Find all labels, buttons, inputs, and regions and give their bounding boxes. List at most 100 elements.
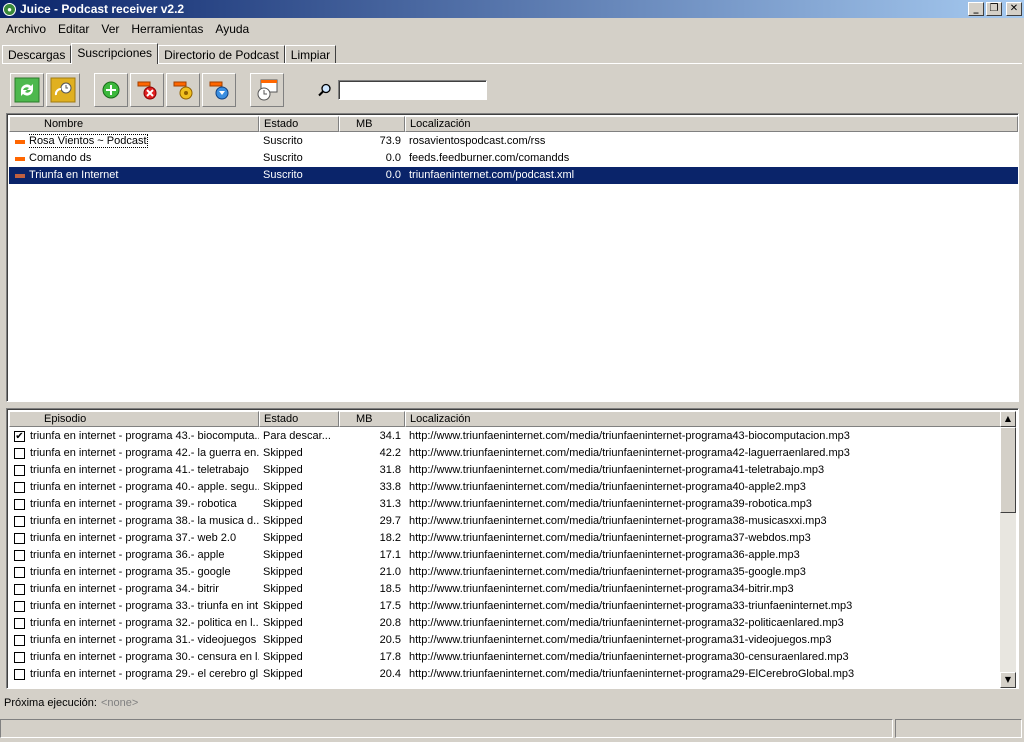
- column-header-status[interactable]: Estado: [259, 411, 339, 427]
- column-header-episode[interactable]: Episodio: [9, 411, 259, 427]
- next-run-value: <none>: [100, 697, 139, 709]
- minimize-button[interactable]: _: [968, 2, 984, 16]
- episode-row[interactable]: ✔ triunfa en internet - programa 43.- bio…: [9, 428, 1000, 445]
- episode-row[interactable]: triunfa en internet - programa 39.- robo…: [9, 496, 1000, 513]
- episode-checkbox[interactable]: [14, 499, 25, 510]
- tab-descargas[interactable]: Descargas: [2, 45, 72, 64]
- remove-feed-button[interactable]: [130, 73, 164, 107]
- episode-row[interactable]: triunfa en internet - programa 35.- goog…: [9, 564, 1000, 581]
- episode-row[interactable]: triunfa en internet - programa 38.- la m…: [9, 513, 1000, 530]
- episode-checkbox[interactable]: [14, 584, 25, 595]
- status-panel-main: [0, 719, 893, 738]
- subscription-row[interactable]: Rosa Vientos ~ Podcast Suscrito 73.9 rosavi…: [9, 133, 1018, 150]
- status-bar: [0, 719, 1024, 739]
- check-now-button[interactable]: [10, 73, 44, 107]
- episode-status: Skipped: [263, 651, 303, 663]
- episode-checkbox[interactable]: [14, 533, 25, 544]
- episode-row[interactable]: triunfa en internet - programa 32.- poli…: [9, 615, 1000, 632]
- catch-up-icon: [257, 79, 278, 101]
- tab-directorio-de-podcast[interactable]: Directorio de Podcast: [158, 45, 285, 64]
- menu-archivo[interactable]: Archivo: [0, 22, 52, 36]
- scroll-down-button[interactable]: ▼: [1000, 672, 1016, 688]
- episode-row[interactable]: triunfa en internet - programa 30.- cens…: [9, 649, 1000, 666]
- episode-row[interactable]: triunfa en internet - programa 34.- bitr…: [9, 581, 1000, 598]
- episode-mb: 42.2: [379, 447, 401, 459]
- episode-checkbox[interactable]: [14, 448, 25, 459]
- episode-row[interactable]: triunfa en internet - programa 42.- la g…: [9, 445, 1000, 462]
- tab-strip: Descargas Suscripciones Directorio de Podc…: [2, 43, 337, 64]
- episode-checkbox[interactable]: [14, 669, 25, 680]
- subscription-name: Triunfa en Internet: [29, 169, 119, 181]
- episode-location: http://www.triunfaeninternet.com/media/t…: [409, 668, 855, 680]
- episode-status: Skipped: [263, 600, 303, 612]
- episode-name: triunfa en internet - programa 40.- appl…: [30, 481, 259, 493]
- column-header-location[interactable]: Localización: [405, 411, 1002, 427]
- episode-checkbox[interactable]: ✔: [14, 431, 25, 442]
- episode-row[interactable]: triunfa en internet - programa 29.- el c…: [9, 666, 1000, 683]
- column-header-location[interactable]: Localización: [405, 116, 1018, 132]
- episode-row[interactable]: triunfa en internet - programa 41.- tele…: [9, 462, 1000, 479]
- scroll-thumb[interactable]: [1000, 427, 1016, 513]
- episode-checkbox[interactable]: [14, 516, 25, 527]
- feed-filter-button[interactable]: [202, 73, 236, 107]
- episode-status: Skipped: [263, 583, 303, 595]
- menu-editar[interactable]: Editar: [52, 22, 95, 36]
- episode-checkbox[interactable]: [14, 567, 25, 578]
- episode-checkbox[interactable]: [14, 618, 25, 629]
- episode-checkbox[interactable]: [14, 550, 25, 561]
- menu-herramientas[interactable]: Herramientas: [125, 22, 209, 36]
- episode-mb: 34.1: [379, 430, 401, 442]
- juice-app-icon: ●: [3, 2, 16, 16]
- column-header-status[interactable]: Estado: [259, 116, 339, 132]
- episode-checkbox[interactable]: [14, 601, 25, 612]
- episode-name: triunfa en internet - programa 32.- poli…: [30, 617, 259, 629]
- episode-checkbox[interactable]: [14, 465, 25, 476]
- menu-bar: Archivo Editar Ver Herramientas Ayuda: [0, 19, 1024, 38]
- episode-checkbox[interactable]: [14, 482, 25, 493]
- tab-limpiar[interactable]: Limpiar: [284, 45, 337, 64]
- episodes-table: Episodio Estado MB Localización ▲ ▼ ✔ tri…: [6, 408, 1019, 689]
- episode-name: triunfa en internet - programa 36.- appl…: [30, 549, 225, 561]
- episode-checkbox[interactable]: [14, 652, 25, 663]
- episode-row[interactable]: triunfa en internet - programa 31.- vide…: [9, 632, 1000, 649]
- episode-row[interactable]: triunfa en internet - programa 40.- appl…: [9, 479, 1000, 496]
- subscription-location: feeds.feedburner.com/comandds: [409, 152, 570, 164]
- catch-up-button[interactable]: [250, 73, 284, 107]
- scheduler-button[interactable]: [46, 73, 80, 107]
- column-header-mb[interactable]: MB: [339, 116, 405, 132]
- column-header-mb[interactable]: MB: [339, 411, 405, 427]
- episode-name: triunfa en internet - programa 29.- el c…: [30, 668, 259, 680]
- subscription-mb: 73.9: [379, 135, 401, 147]
- menu-ver[interactable]: Ver: [95, 22, 125, 36]
- episodes-header: Episodio Estado MB Localización: [9, 411, 1002, 427]
- episode-location: http://www.triunfaeninternet.com/media/t…: [409, 464, 825, 476]
- subscription-status: Suscrito: [263, 135, 303, 147]
- menu-ayuda[interactable]: Ayuda: [209, 22, 255, 36]
- add-feed-button[interactable]: [94, 73, 128, 107]
- episode-row[interactable]: triunfa en internet - programa 36.- appl…: [9, 547, 1000, 564]
- episode-name: triunfa en internet - programa 35.- goog…: [30, 566, 231, 578]
- episode-mb: 20.8: [379, 617, 401, 629]
- maximize-button[interactable]: ❐: [986, 2, 1002, 16]
- episode-row[interactable]: triunfa en internet - programa 33.- triu…: [9, 598, 1000, 615]
- episode-status: Skipped: [263, 532, 303, 544]
- tab-suscripciones[interactable]: Suscripciones: [71, 43, 159, 64]
- episode-name: triunfa en internet - programa 31.- vide…: [30, 634, 257, 646]
- scroll-up-button[interactable]: ▲: [1000, 411, 1016, 427]
- episode-status: Skipped: [263, 549, 303, 561]
- episode-status: Skipped: [263, 668, 303, 680]
- subscription-row[interactable]: Comando ds Suscrito 0.0 feeds.feedburner.co…: [9, 150, 1018, 167]
- feed-properties-button[interactable]: [166, 73, 200, 107]
- window-title: Juice - Podcast receiver v2.2: [20, 2, 185, 16]
- episode-location: http://www.triunfaeninternet.com/media/t…: [409, 447, 850, 459]
- subscription-row[interactable]: Triunfa en Internet Suscrito 0.0 triunfaeni…: [9, 167, 1018, 184]
- close-button[interactable]: ✕: [1006, 2, 1022, 16]
- episode-checkbox[interactable]: [14, 635, 25, 646]
- episode-row[interactable]: triunfa en internet - programa 37.- web …: [9, 530, 1000, 547]
- episode-status: Para descar...: [263, 430, 331, 442]
- scheduler-icon: [50, 77, 76, 103]
- search-input[interactable]: [338, 80, 487, 100]
- subscription-mb: 0.0: [385, 169, 401, 181]
- episodes-scrollbar[interactable]: ▲ ▼: [1000, 411, 1016, 688]
- column-header-name[interactable]: Nombre: [9, 116, 259, 132]
